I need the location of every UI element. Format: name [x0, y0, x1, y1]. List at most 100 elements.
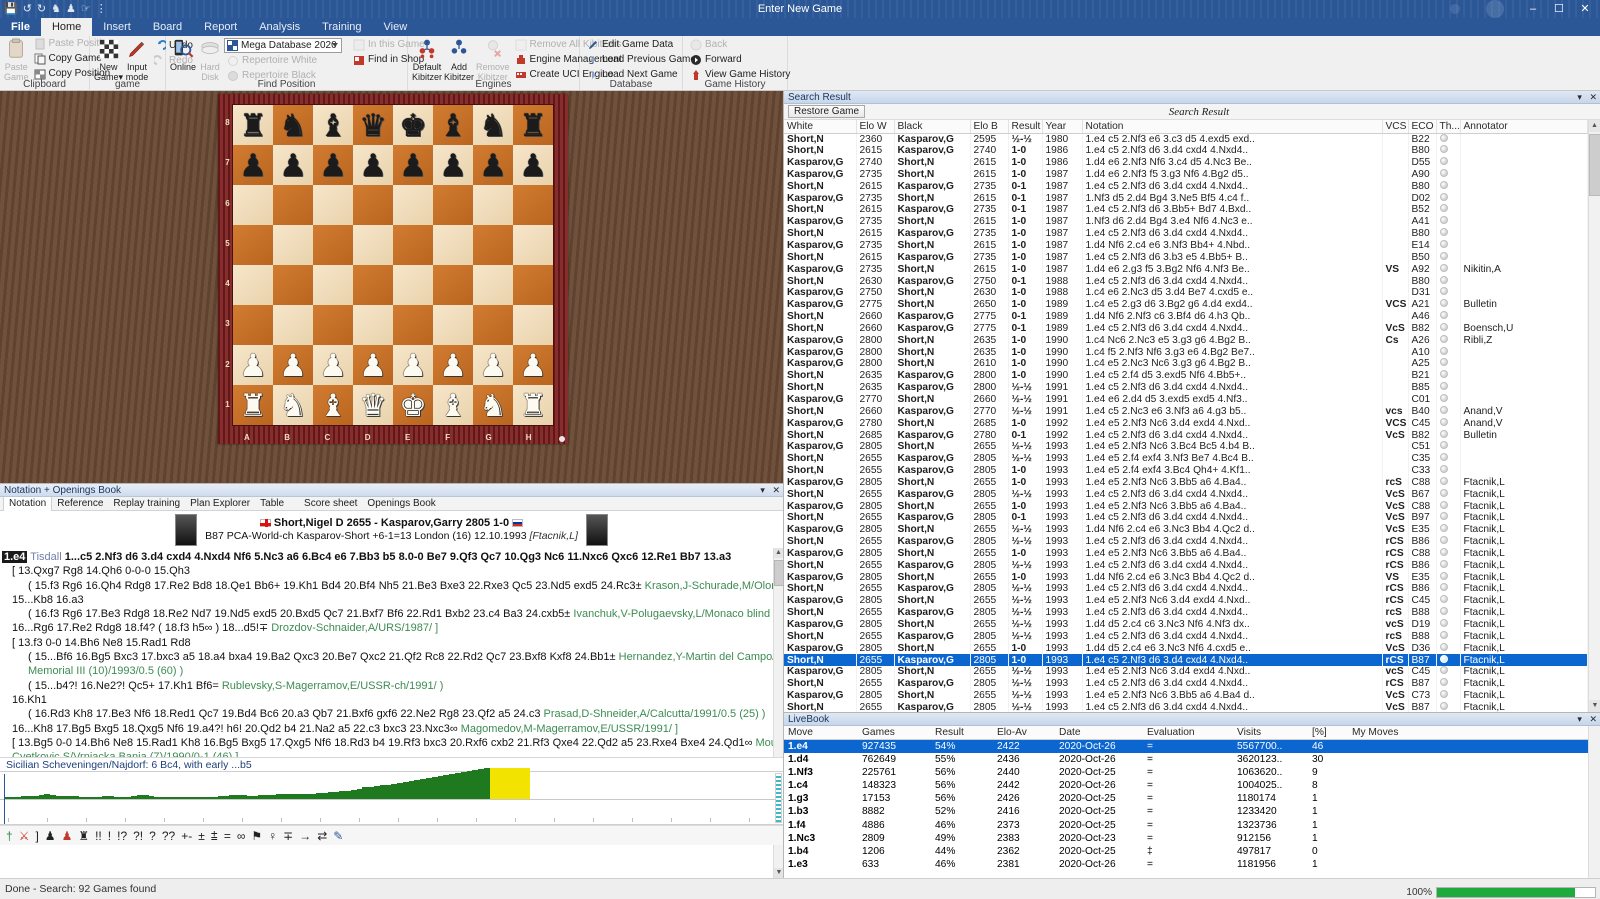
table-row[interactable]: Short,N 2655 Kasparov,G 2805 ½-½ 1993 1.e4 c5 …	[784, 606, 1588, 619]
tab-view[interactable]: View	[373, 18, 419, 36]
square-h2[interactable]: ♟	[513, 345, 553, 385]
square-c7[interactable]: ♟	[313, 145, 353, 185]
square-h4[interactable]	[513, 265, 553, 305]
zoom-slider[interactable]	[1436, 887, 1596, 898]
livebook-row[interactable]: 1.b3 8882 52% 2416 2020-Oct-25 = 1233420 1	[784, 805, 1588, 818]
theme-indicator-icon[interactable]	[1439, 441, 1448, 450]
annotation-symbol-button[interactable]: †	[6, 829, 13, 843]
notation-line[interactable]: [ 13.Bg5 0-0 14.Bh6 Ne8 15.Rad1 Kh8 16.B…	[2, 736, 783, 750]
square-e3[interactable]	[393, 305, 433, 345]
annotation-symbol-button[interactable]: ⚑	[251, 829, 262, 843]
annotation-symbol-button[interactable]: ⇄	[317, 829, 327, 843]
table-row[interactable]: Kasparov,G 2735 Short,N 2615 1-0 1987 1.d4 Nf6…	[784, 239, 1588, 252]
table-row[interactable]: Short,N 2630 Kasparov,G 2750 0-1 1988 1.e4 c5 …	[784, 275, 1588, 287]
tab-plan-explorer[interactable]: Plan Explorer	[185, 497, 255, 511]
annotation-symbol-button[interactable]: !?	[117, 829, 127, 843]
back-button[interactable]: Back	[687, 38, 793, 52]
square-a1[interactable]: ♜	[233, 385, 273, 425]
piece-P[interactable]: ♟	[399, 350, 427, 381]
piece-P[interactable]: ♟	[439, 350, 467, 381]
notation-line[interactable]: 15...Kb8 16.a3	[2, 593, 779, 607]
table-row[interactable]: Kasparov,G 2805 Short,N 2655 1-0 1993 1.e4 e5 …	[784, 547, 1588, 560]
livebook-row[interactable]: 1.Nc3 2809 49% 2383 2020-Oct-23 = 912156 1	[784, 832, 1588, 845]
theme-indicator-icon[interactable]	[1439, 311, 1448, 320]
table-row[interactable]: Kasparov,G 2735 Short,N 2615 1-0 1987 1.Nf3 d6…	[784, 215, 1588, 228]
theme-indicator-icon[interactable]	[1439, 690, 1448, 699]
livebook-row[interactable]: 1.d4 762649 55% 2436 2020-Oct-26 = 3620123.. 30	[784, 753, 1588, 766]
square-b6[interactable]	[273, 185, 313, 225]
theme-indicator-icon[interactable]	[1439, 678, 1448, 687]
theme-indicator-icon[interactable]	[1439, 654, 1448, 663]
livebook-controls[interactable]: ▾ ✕	[1572, 713, 1597, 726]
table-row[interactable]: Kasparov,G 2805 Short,N 2655 ½-½ 1993 1.d4 d5 …	[784, 618, 1588, 631]
theme-indicator-icon[interactable]	[1439, 453, 1448, 462]
annotation-symbol-button[interactable]: ♟	[62, 829, 73, 843]
notation-line[interactable]: ( 16.f3 Rg6 17.Be3 Rdg8 18.Re2 Nd7 19.Nd…	[2, 607, 783, 621]
square-g4[interactable]	[473, 265, 513, 305]
notation-variation-moves[interactable]: 16...Rg6 17.Re2 Rdg8 18.f4? ( 18.f3 h5∞ …	[12, 622, 271, 634]
square-d7[interactable]: ♟	[353, 145, 393, 185]
piece-R[interactable]: ♜	[239, 390, 267, 421]
table-row[interactable]: Kasparov,G 2735 Short,N 2615 0-1 1987 1.Nf3 d5…	[784, 192, 1588, 205]
square-d2[interactable]: ♟	[353, 345, 393, 385]
table-row[interactable]: Kasparov,G 2805 Short,N 2655 1-0 1993 1.e4 e5 …	[784, 500, 1588, 512]
table-row[interactable]: Short,N 2660 Kasparov,G 2770 ½-½ 1991 1.e4 c5 …	[784, 405, 1588, 418]
table-row[interactable]: Kasparov,G 2800 Short,N 2635 1-0 1990 1.c4 Nc6…	[784, 334, 1588, 347]
livebook-column-header[interactable]: Move	[784, 726, 858, 740]
notation-source-reference[interactable]: Prasad,D-Shneider,A/Calcutta/1991/0.5 (2…	[544, 708, 766, 720]
table-row[interactable]: Kasparov,G 2750 Short,N 2630 1-0 1988 1.c4 e6 …	[784, 286, 1588, 299]
livebook-column-header[interactable]: My Moves	[1348, 726, 1588, 740]
search-panel-dropdown-icon[interactable]: ▾	[1577, 92, 1582, 102]
square-e5[interactable]	[393, 225, 433, 265]
notation-line[interactable]: [ 13.Qxg7 Rg8 14.Qh6 0-0-0 15.Qh3	[2, 564, 779, 578]
notation-source-reference[interactable]: Hernandez,Y-Martin del Campo/Capablanca	[619, 651, 783, 663]
square-d1[interactable]: ♛	[353, 385, 393, 425]
piece-p[interactable]: ♟	[519, 150, 547, 181]
notation-source-reference[interactable]: Magomedov,M-Magerramov,E/USSR/1991/ ]	[461, 723, 678, 735]
tab-report[interactable]: Report	[193, 18, 248, 36]
theme-indicator-icon[interactable]	[1439, 642, 1448, 651]
square-f1[interactable]: ♝	[433, 385, 473, 425]
table-row[interactable]: Kasparov,G 2735 Short,N 2615 1-0 1987 1.d4 e6 …	[784, 168, 1588, 181]
notation-tabs[interactable]: Notation Reference Replay training Plan …	[0, 496, 783, 511]
notation-variation-moves[interactable]: ( 15.f3 Rg6 16.Qh4 Rdg8 17.Re2 Bd8 18.Qe…	[28, 580, 645, 592]
square-a8[interactable]: ♜	[233, 105, 273, 145]
square-a6[interactable]	[233, 185, 273, 225]
theme-indicator-icon[interactable]	[1439, 512, 1448, 521]
livebook-dropdown-icon[interactable]: ▾	[1577, 714, 1582, 724]
annotation-symbol-button[interactable]: !!	[95, 829, 102, 843]
table-row[interactable]: Kasparov,G 2805 Short,N 2655 1-0 1993 1.d4 Nf6…	[784, 571, 1588, 584]
piece-p[interactable]: ♟	[479, 150, 507, 181]
theme-indicator-icon[interactable]	[1439, 547, 1448, 556]
theme-indicator-icon[interactable]	[1439, 559, 1448, 568]
square-a5[interactable]	[233, 225, 273, 265]
square-a2[interactable]: ♟	[233, 345, 273, 385]
piece-p[interactable]: ♟	[359, 150, 387, 181]
annotation-symbol-button[interactable]: ]	[35, 829, 38, 843]
notation-variation-moves[interactable]: [ 13.f3 0-0 14.Bh6 Ne8 15.Rad1 Rd8	[12, 637, 191, 649]
tab-score-sheet[interactable]: Score sheet	[299, 497, 362, 511]
square-b2[interactable]: ♟	[273, 345, 313, 385]
theme-indicator-icon[interactable]	[1439, 192, 1448, 201]
notation-variation-moves[interactable]: ( 15...Bf6 16.Bg5 Bxc3 17.bxc3 a5 18.a4 …	[28, 651, 619, 663]
add-kibitzer-button[interactable]: Add Kibitzer	[444, 37, 474, 82]
search-column-header[interactable]: Elo W	[856, 120, 895, 134]
notation-source-reference[interactable]: Drozdov-Schnaider,A/URS/1987/ ]	[271, 622, 438, 634]
square-g3[interactable]	[473, 305, 513, 345]
search-column-header[interactable]: Black	[894, 120, 971, 134]
piece-p[interactable]: ♟	[439, 150, 467, 181]
square-f7[interactable]: ♟	[433, 145, 473, 185]
piece-P[interactable]: ♟	[479, 350, 507, 381]
table-row[interactable]: Short,N 2655 Kasparov,G 2805 ½-½ 1993 1.e4 c5 …	[784, 630, 1588, 643]
table-row[interactable]: Short,N 2635 Kasparov,G 2800 1-0 1990 1.e4 c5 …	[784, 369, 1588, 382]
notation-scroll-up-icon[interactable]: ▲	[774, 548, 783, 558]
annotation-symbol-button[interactable]: ♜	[78, 829, 89, 843]
restore-game-button[interactable]: Restore Game	[788, 105, 866, 118]
square-g6[interactable]	[473, 185, 513, 225]
livebook-row[interactable]: 1.Nf3 225761 56% 2440 2020-Oct-25 = 1063620.. 9	[784, 766, 1588, 779]
square-g1[interactable]: ♞	[473, 385, 513, 425]
livebook-close-icon[interactable]: ✕	[1589, 714, 1597, 724]
theme-indicator-icon[interactable]	[1439, 240, 1448, 249]
annotation-symbol-toolbar[interactable]: † ⚔] ♟ ♟ ♜!!!!??!??? +- ± ⩲ = ∞ ⚑ ♀ ∓ → ⇄ ✎	[0, 825, 783, 845]
table-row[interactable]: Kasparov,G 2775 Short,N 2650 1-0 1989 1.c4 e5 …	[784, 298, 1588, 311]
